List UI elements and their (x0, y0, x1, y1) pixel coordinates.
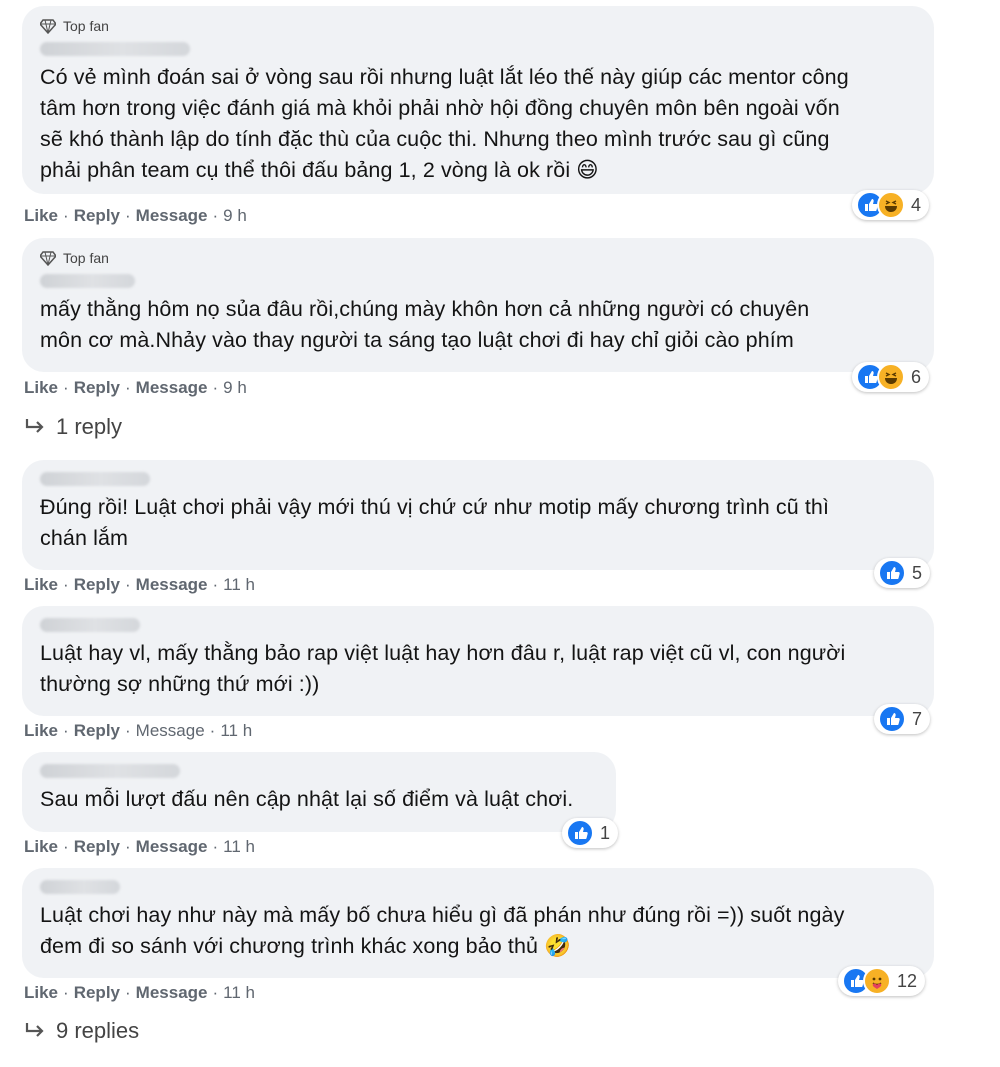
comment-text: Sau mỗi lượt đấu nên cập nhật lại số điể… (40, 787, 574, 811)
top-fan-badge: Top fan (40, 248, 916, 268)
commenter-name-blurred[interactable] (40, 472, 150, 486)
commenter-name-blurred[interactable] (40, 880, 120, 894)
reply-link[interactable]: Reply (74, 721, 120, 741)
view-replies-link[interactable]: 1 reply (24, 414, 122, 440)
reaction-count: 7 (912, 708, 923, 729)
separator: · (63, 206, 69, 225)
separator: · (125, 575, 131, 594)
separator: · (125, 983, 131, 1002)
reaction-count: 1 (600, 822, 611, 843)
message-link[interactable]: Message (136, 721, 205, 741)
reaction-summary[interactable]: 5 (874, 558, 931, 588)
top-fan-badge: Top fan (40, 16, 916, 36)
reaction-summary[interactable]: 1 (562, 818, 619, 848)
view-replies-link[interactable]: 9 replies (24, 1018, 139, 1044)
top-fan-label: Top fan (63, 18, 109, 34)
comment-bubble: Sau mỗi lượt đấu nên cập nhật lại số điể… (22, 752, 616, 832)
comment-actions: Like · Reply · Message · 11 h (24, 983, 255, 1003)
commenter-name-blurred[interactable] (40, 764, 180, 778)
comment-text: Có vẻ mình đoán sai ở vòng sau rồi nhưng… (40, 65, 849, 182)
timestamp[interactable]: 11 h (223, 837, 255, 857)
separator: · (212, 837, 219, 856)
like-reaction-icon (566, 819, 594, 847)
message-link[interactable]: Message (136, 983, 208, 1003)
like-link[interactable]: Like (24, 575, 58, 595)
separator: · (125, 378, 131, 397)
comment-actions: Like · Reply · Message · 9 h (24, 206, 247, 226)
timestamp[interactable]: 11 h (223, 575, 255, 595)
reply-link[interactable]: Reply (74, 837, 120, 857)
separator: · (63, 378, 69, 397)
reply-arrow-icon (25, 1023, 44, 1037)
commenter-name-blurred[interactable] (40, 274, 135, 288)
separator: · (63, 837, 69, 856)
separator: · (63, 575, 69, 594)
separator: · (209, 721, 216, 740)
care-reaction-icon (863, 967, 891, 995)
reaction-count: 12 (897, 970, 918, 991)
haha-reaction-icon (877, 191, 905, 219)
timestamp[interactable]: 9 h (223, 378, 247, 398)
separator: · (63, 721, 69, 740)
comment-bubble: Luật chơi hay như này mà mấy bố chưa hiể… (22, 868, 934, 978)
timestamp[interactable]: 11 h (223, 983, 255, 1003)
diamond-icon (40, 19, 56, 34)
like-link[interactable]: Like (24, 378, 58, 398)
replies-count-label: 1 reply (56, 414, 123, 439)
comment-text: Đúng rồi! Luật chơi phải vậy mới thú vị … (40, 495, 830, 550)
reaction-summary[interactable]: 12 (838, 966, 926, 996)
like-link[interactable]: Like (24, 206, 58, 226)
haha-reaction-icon (877, 363, 905, 391)
reply-link[interactable]: Reply (74, 378, 120, 398)
comment-bubble: Luật hay vl, mấy thằng bảo rap việt luật… (22, 606, 934, 716)
comment-actions: Like · Reply · Message · 9 h (24, 378, 247, 398)
timestamp[interactable]: 9 h (223, 206, 247, 226)
reaction-summary[interactable]: 4 (852, 190, 930, 220)
reaction-summary[interactable]: 6 (852, 362, 930, 392)
comment-text: mấy thằng hôm nọ sủa đâu rồi,chúng mày k… (40, 297, 810, 352)
reply-link[interactable]: Reply (74, 983, 120, 1003)
separator: · (63, 983, 69, 1002)
message-link[interactable]: Message (136, 575, 208, 595)
like-link[interactable]: Like (24, 837, 58, 857)
separator: · (212, 206, 219, 225)
message-link[interactable]: Message (136, 378, 208, 398)
comment-bubble: Top fan mấy thằng hôm nọ sủa đâu rồi,chú… (22, 238, 934, 372)
comment-text: Luật chơi hay như này mà mấy bố chưa hiể… (40, 903, 845, 958)
comment-bubble: Top fan Có vẻ mình đoán sai ở vòng sau r… (22, 6, 934, 194)
comment-text: Luật hay vl, mấy thằng bảo rap việt luật… (40, 641, 846, 696)
reaction-count: 6 (911, 366, 922, 387)
reaction-count: 5 (912, 562, 923, 583)
timestamp[interactable]: 11 h (220, 721, 252, 741)
message-link[interactable]: Message (136, 837, 208, 857)
comment-actions: Like · Reply · Message · 11 h (24, 837, 255, 857)
replies-count-label: 9 replies (56, 1018, 140, 1043)
diamond-icon (40, 251, 56, 266)
like-reaction-icon (878, 559, 906, 587)
like-link[interactable]: Like (24, 721, 58, 741)
separator: · (125, 206, 131, 225)
separator: · (212, 378, 219, 397)
reply-arrow-icon (25, 419, 44, 433)
reply-link[interactable]: Reply (74, 206, 120, 226)
reply-link[interactable]: Reply (74, 575, 120, 595)
separator: · (212, 575, 219, 594)
commenter-name-blurred[interactable] (40, 618, 140, 632)
comment-actions: Like · Reply · Message · 11 h (24, 721, 252, 741)
separator: · (125, 721, 131, 740)
commenter-name-blurred[interactable] (40, 42, 190, 56)
reaction-summary[interactable]: 7 (874, 704, 931, 734)
separator: · (212, 983, 219, 1002)
message-link[interactable]: Message (136, 206, 208, 226)
like-link[interactable]: Like (24, 983, 58, 1003)
comment-actions: Like · Reply · Message · 11 h (24, 575, 255, 595)
top-fan-label: Top fan (63, 250, 109, 266)
separator: · (125, 837, 131, 856)
comment-bubble: Đúng rồi! Luật chơi phải vậy mới thú vị … (22, 460, 934, 570)
like-reaction-icon (878, 705, 906, 733)
reaction-count: 4 (911, 194, 922, 215)
